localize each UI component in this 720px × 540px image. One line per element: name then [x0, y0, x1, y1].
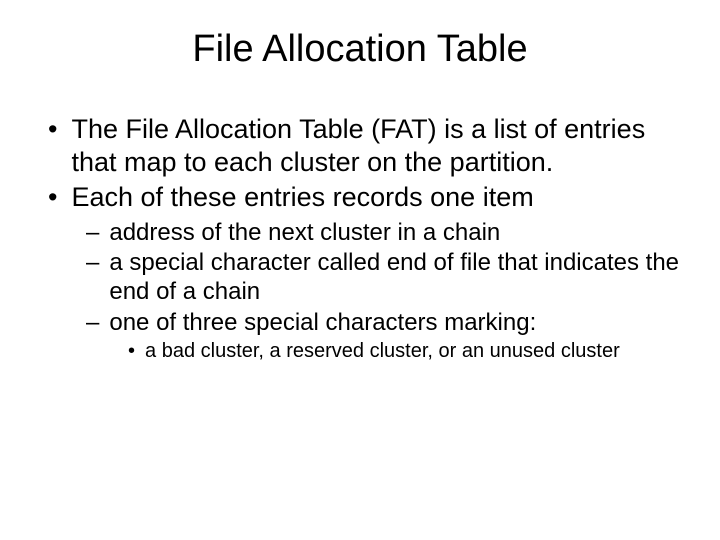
sub-bullet-item: – one of three special characters markin…: [24, 308, 696, 337]
slide-body: • The File Allocation Table (FAT) is a l…: [24, 113, 696, 364]
dash-marker: –: [86, 308, 109, 337]
sub-bullet-text: address of the next cluster in a chain: [109, 218, 500, 247]
sub-sub-bullet-item: • a bad cluster, a reserved cluster, or …: [24, 339, 696, 364]
bullet-marker: •: [48, 181, 71, 214]
bullet-text: Each of these entries records one item: [71, 181, 533, 214]
dash-marker: –: [86, 218, 109, 247]
sub-bullet-item: – a special character called end of file…: [24, 248, 696, 307]
sub-sub-bullet-text: a bad cluster, a reserved cluster, or an…: [145, 339, 620, 364]
sub-bullet-item: – address of the next cluster in a chain: [24, 218, 696, 247]
slide-title: File Allocation Table: [24, 28, 696, 71]
sub-bullet-text: a special character called end of file t…: [109, 248, 696, 307]
bullet-item: • Each of these entries records one item: [24, 181, 696, 214]
dash-marker: –: [86, 248, 109, 307]
bullet-text: The File Allocation Table (FAT) is a lis…: [71, 113, 696, 179]
bullet-marker: •: [48, 113, 71, 179]
bullet-item: • The File Allocation Table (FAT) is a l…: [24, 113, 696, 179]
sub-bullet-text: one of three special characters marking:: [109, 308, 536, 337]
bullet-marker: •: [128, 339, 145, 364]
